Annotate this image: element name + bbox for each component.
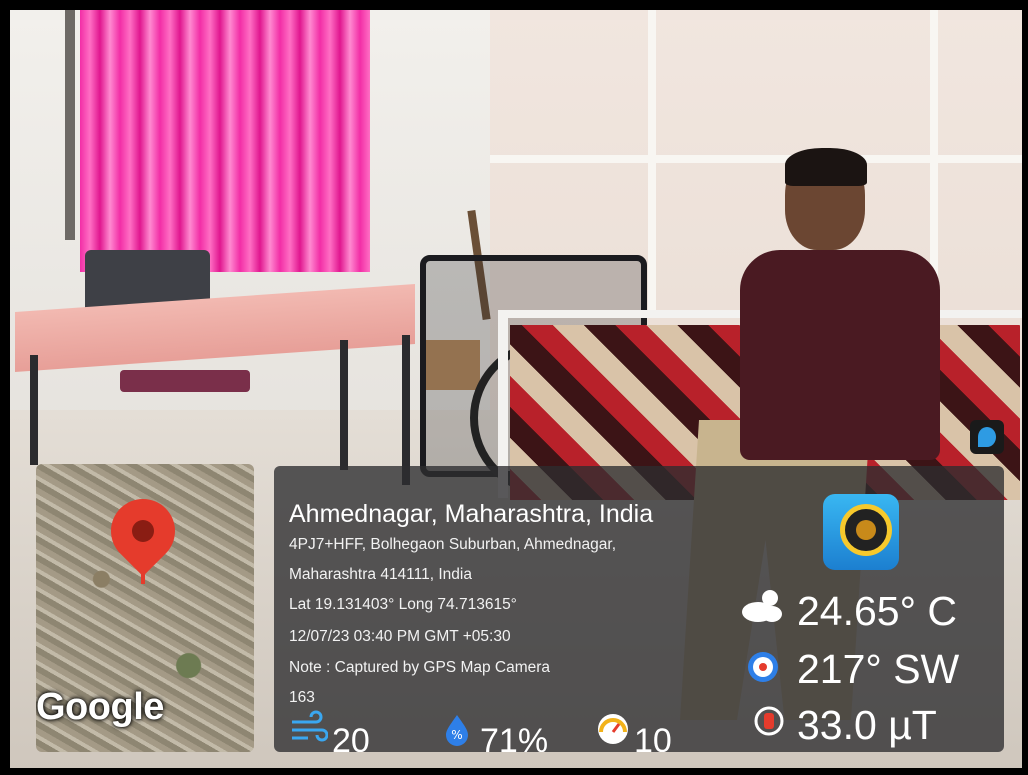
address-line-2: Maharashtra 414111, India [289, 566, 472, 583]
cloud-sun-icon [736, 586, 786, 626]
capture-note: Note : Captured by GPS Map Camera [289, 659, 551, 676]
window-frame [65, 10, 75, 240]
small-app-icon [970, 420, 1004, 454]
camera-lens-icon [840, 504, 892, 556]
datetime: 12/07/23 03:40 PM GMT +05:30 [289, 628, 511, 645]
gauge-icon [596, 712, 630, 746]
pressure-value: 10 [634, 722, 672, 752]
person-torso [740, 250, 940, 460]
geotagged-photo: Google Ahmednagar, Maharashtra, India 4P… [10, 10, 1022, 768]
pink-curtain [80, 10, 370, 272]
map-pin-center [132, 520, 154, 542]
wind-speed-value: 20 [332, 722, 370, 752]
coordinates: Lat 19.131403° Long 74.713615° [289, 596, 517, 613]
magnet-icon [752, 704, 786, 738]
humidity-value: 71% [480, 722, 549, 752]
svg-text:%: % [451, 728, 462, 742]
desk-leg [340, 340, 348, 470]
location-title: Ahmednagar, Maharashtra, India [289, 500, 654, 528]
photo-frame: Google Ahmednagar, Maharashtra, India 4P… [0, 0, 1028, 775]
google-attribution: Google [36, 686, 164, 728]
humidity-icon: % [440, 712, 474, 746]
chair-seat [120, 370, 250, 392]
desk-leg [402, 335, 410, 485]
person-hair [785, 148, 867, 186]
compass-icon [746, 650, 780, 684]
desk-leg [30, 355, 38, 465]
location-info-card: Ahmednagar, Maharashtra, India 4PJ7+HFF,… [274, 466, 1004, 752]
wind-direction-value: 217° SW [797, 646, 960, 692]
temperature-value: 24.65° C [797, 588, 957, 634]
map-pin-tail [141, 564, 145, 584]
wall-panel-seam [648, 10, 656, 310]
wall-panel-seam [490, 155, 1022, 163]
magnetic-field-value: 33.0 µT [797, 702, 937, 748]
wind-icon [288, 710, 329, 750]
extra-value: 163 [289, 689, 315, 706]
address-line-1: 4PJ7+HFF, Bolhegaon Suburban, Ahmednagar… [289, 536, 617, 553]
map-thumbnail: Google [36, 464, 254, 752]
